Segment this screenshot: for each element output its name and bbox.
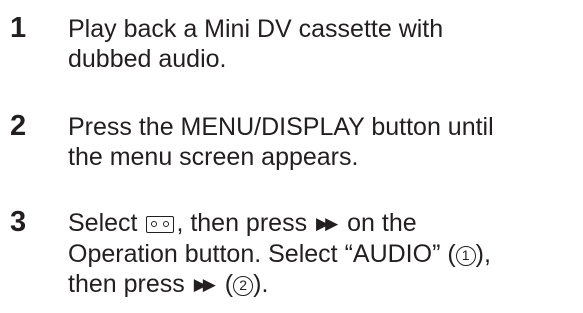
step-text-line: Press the MENU/DISPLAY button until xyxy=(68,113,494,141)
circled-number-1: 1 xyxy=(455,246,476,266)
step-text-line: Select , then press ▶▶ on the xyxy=(68,208,583,239)
step-text-line: the menu screen appears. xyxy=(68,143,359,171)
step-text-line: dubbed audio. xyxy=(68,45,227,73)
text-segment: then press xyxy=(68,270,192,298)
text-segment: Select xyxy=(68,209,145,237)
circled-number-2: 2 xyxy=(233,276,254,296)
step-text-line: Play back a Mini DV cassette with xyxy=(68,15,444,43)
step-text-line: Operation button. Select “AUDIO” (1), xyxy=(68,239,583,269)
step-text: Press the MENU/DISPLAY button until the … xyxy=(68,112,583,172)
tape-cassette-icon xyxy=(146,216,175,233)
step-text: Play back a Mini DV cassette with dubbed… xyxy=(68,14,583,74)
step-text-line: then press ▶▶ (2). xyxy=(68,269,583,300)
step-number: 2 xyxy=(10,110,27,142)
step-number: 3 xyxy=(10,206,27,238)
step-text: Select , then press ▶▶ on the Operation … xyxy=(68,208,583,300)
text-segment: ), xyxy=(475,240,491,268)
text-segment: Operation button. Select “AUDIO” ( xyxy=(68,240,456,268)
step-number: 1 xyxy=(10,12,27,44)
fast-forward-icon: ▶▶ xyxy=(316,214,338,233)
fast-forward-icon: ▶▶ xyxy=(193,275,216,294)
text-segment: ). xyxy=(253,270,269,298)
text-segment: ( xyxy=(217,270,234,298)
text-segment: on the xyxy=(340,209,417,237)
text-segment: , then press xyxy=(176,209,315,237)
